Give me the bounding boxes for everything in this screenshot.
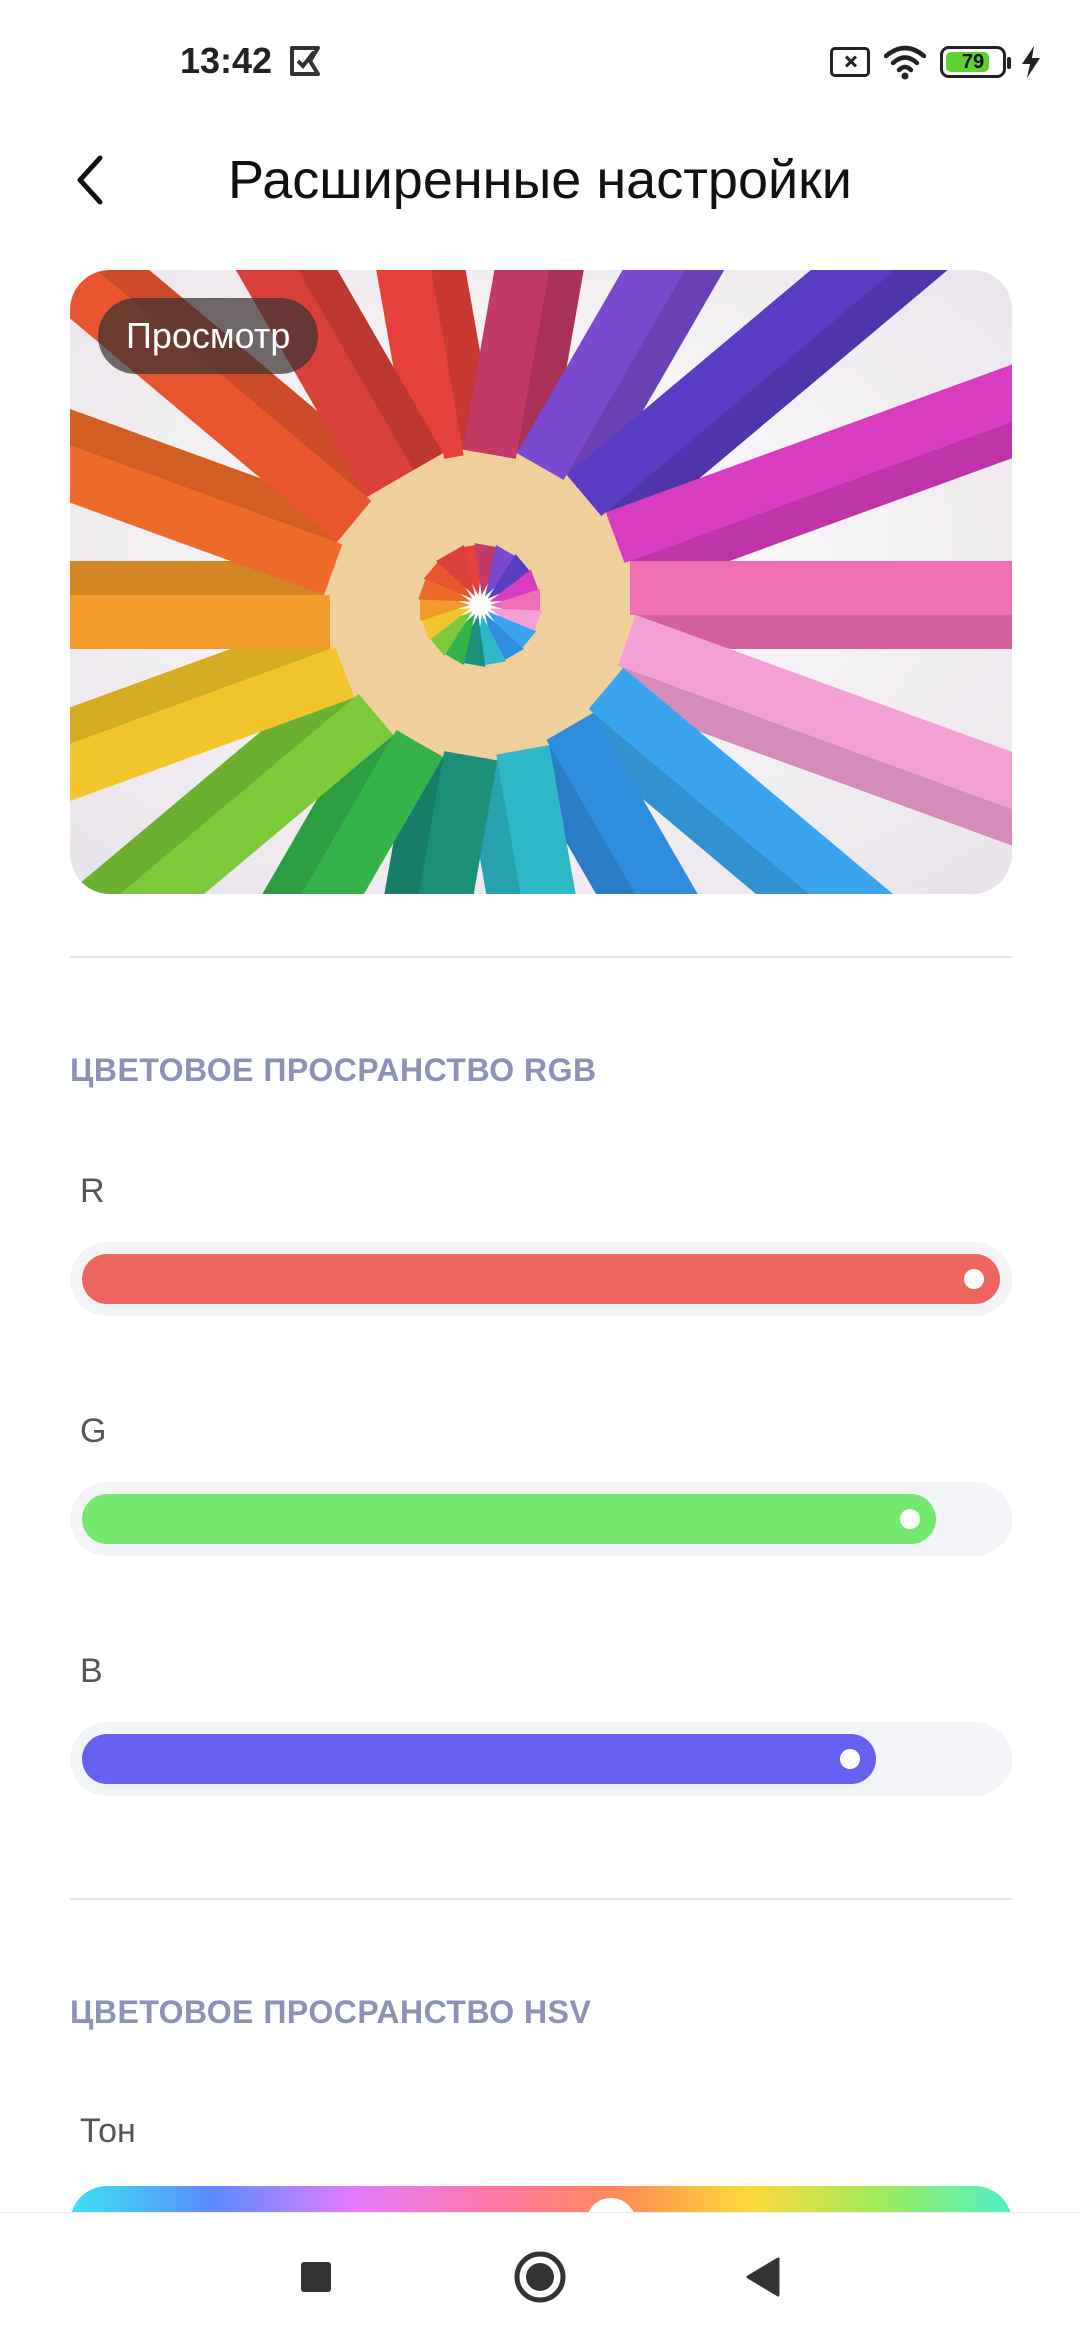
battery-text: 79 <box>961 50 985 73</box>
no-sim-icon <box>830 47 870 77</box>
preview-image: Просмотр <box>70 270 1012 894</box>
home-button[interactable] <box>510 2247 570 2307</box>
preview-badge: Просмотр <box>98 298 319 374</box>
recents-square-icon <box>301 2262 331 2292</box>
r-label: R <box>80 1172 105 1210</box>
hue-label: Тон <box>80 2112 136 2150</box>
rgb-section-title: ЦВЕТОВОЕ ПРОСРАНСТВО RGB <box>70 1052 597 1088</box>
home-circle-icon <box>514 2251 566 2303</box>
chevron-left-icon <box>77 155 103 205</box>
divider <box>70 1898 1012 1900</box>
r-slider[interactable] <box>70 1242 1012 1316</box>
hsv-section-title: ЦВЕТОВОЕ ПРОСРАНСТВО HSV <box>70 1994 592 2030</box>
back-button[interactable] <box>60 140 120 220</box>
g-slider-thumb[interactable] <box>900 1509 920 1529</box>
wifi-icon <box>883 44 927 80</box>
recents-button[interactable] <box>286 2247 346 2307</box>
page-title: Расширенные настройки <box>228 150 852 210</box>
b-label: B <box>80 1652 103 1690</box>
b-slider-thumb[interactable] <box>840 1749 860 1769</box>
notification-icon <box>288 44 322 78</box>
charging-icon <box>1020 45 1042 79</box>
status-icons: 79 <box>830 44 1042 80</box>
battery-icon: 79 <box>940 46 1011 78</box>
b-slider-fill <box>82 1734 876 1784</box>
status-time: 13:42 <box>180 40 273 81</box>
header: Расширенные настройки <box>0 130 1080 250</box>
screen: 13:42 79 Расширенные настройки Просмотр … <box>0 0 1080 2340</box>
back-triangle-icon <box>746 2257 780 2297</box>
g-slider-fill <box>82 1494 936 1544</box>
divider <box>70 956 1012 958</box>
r-slider-thumb[interactable] <box>964 1269 984 1289</box>
r-slider-fill <box>82 1254 1000 1304</box>
b-slider[interactable] <box>70 1722 1012 1796</box>
status-bar: 13:42 79 <box>0 0 1080 130</box>
g-label: G <box>80 1412 107 1450</box>
navigation-bar <box>0 2212 1080 2340</box>
g-slider[interactable] <box>70 1482 1012 1556</box>
nav-back-button[interactable] <box>734 2247 794 2307</box>
